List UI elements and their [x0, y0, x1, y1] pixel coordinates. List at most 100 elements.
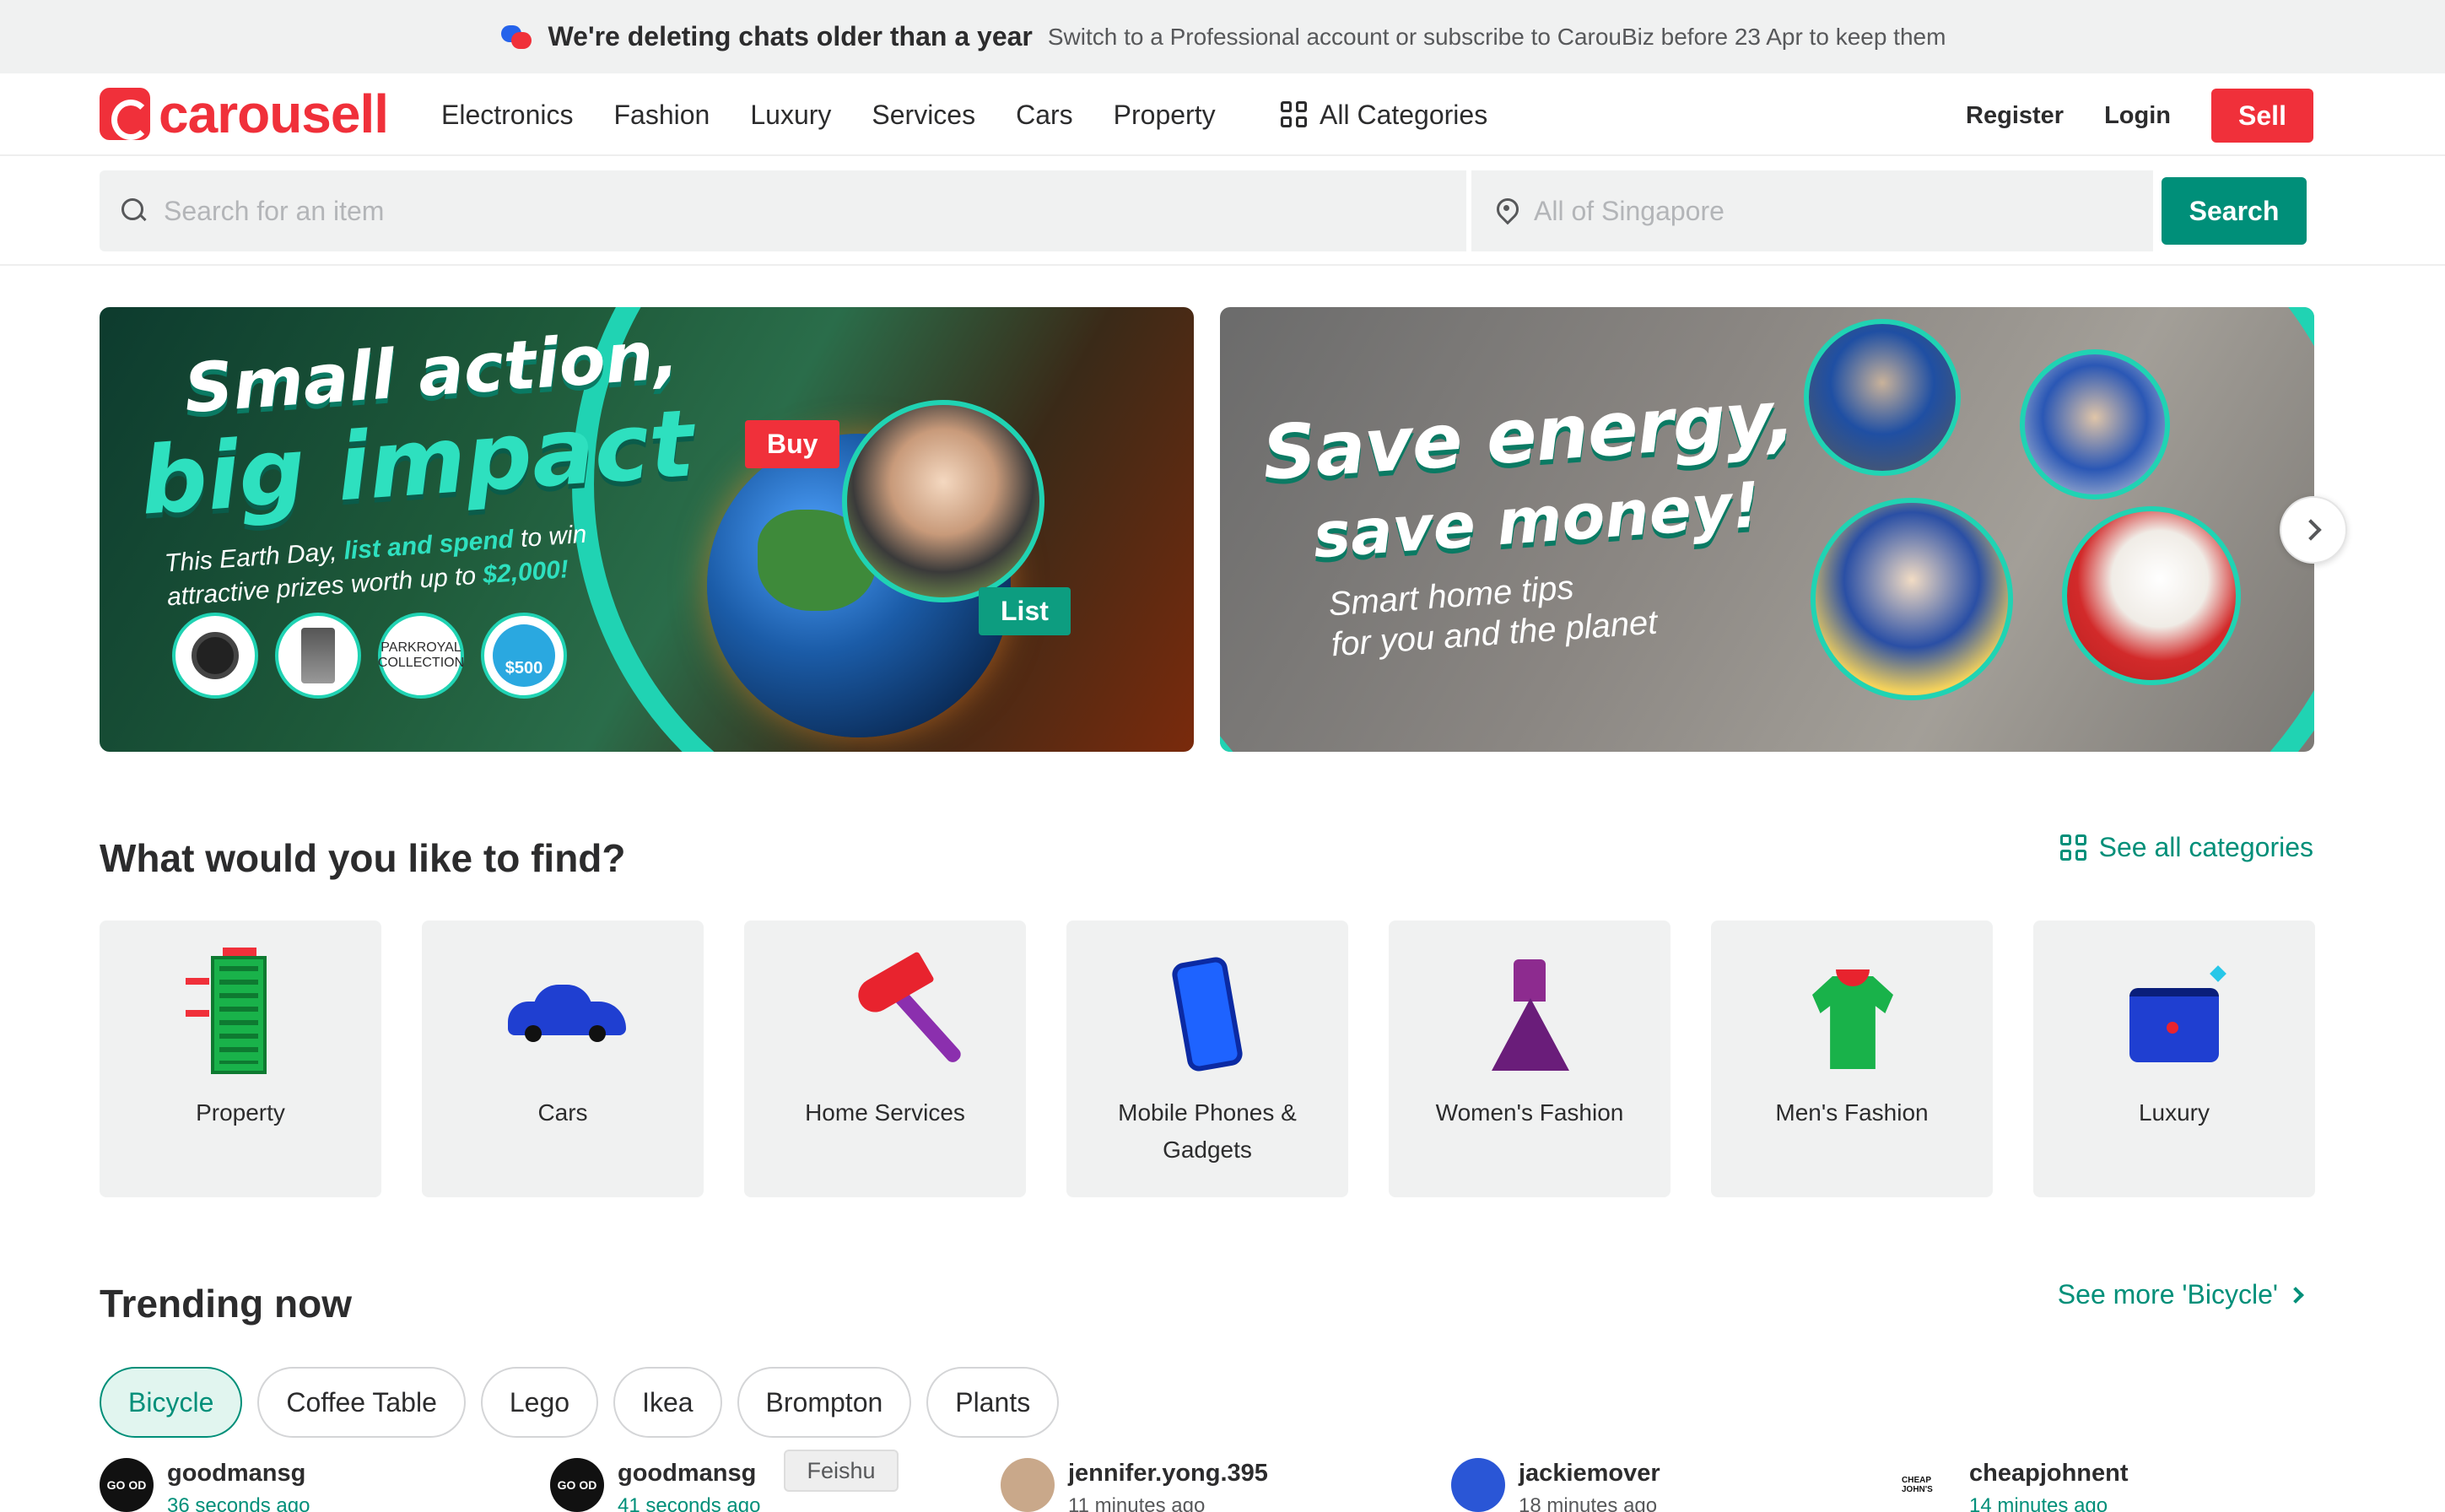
seller-name: cheapjohnent [1969, 1460, 2129, 1487]
location-input[interactable]: All of Singapore [1471, 170, 2153, 251]
location-placeholder: All of Singapore [1534, 195, 1724, 226]
seller-card[interactable]: GO OD goodmansg 41 seconds ago [550, 1458, 760, 1512]
chip-lego[interactable]: Lego [480, 1367, 599, 1438]
see-all-categories-link[interactable]: See all categories [2059, 832, 2313, 863]
logo-text: carousell [159, 84, 389, 144]
nav-property[interactable]: Property [1114, 100, 1216, 131]
see-more-label: See more 'Bicycle' [2057, 1279, 2278, 1310]
category-label: Women's Fashion [1435, 1099, 1624, 1126]
save-energy-banner[interactable]: Save energy, save money! Smart home tips… [1220, 307, 2314, 752]
chevron-right-icon [2287, 1286, 2304, 1304]
announcement-title: We're deleting chats older than a year [548, 21, 1033, 51]
all-categories-button[interactable]: All Categories [1281, 73, 1487, 156]
prize-row: PARKROYAL COLLECTION $500 [172, 613, 567, 699]
trending-title: Trending now [100, 1282, 352, 1326]
category-label: Cars [537, 1099, 588, 1126]
search-bar: Search for an item All of Singapore Sear… [0, 156, 2445, 266]
seller-time: 11 minutes ago [1068, 1494, 1206, 1512]
nav-services[interactable]: Services [872, 100, 975, 131]
sell-button[interactable]: Sell [2211, 89, 2313, 143]
category-home-services[interactable]: Home Services [744, 921, 1026, 1197]
bag-icon [2119, 951, 2229, 1077]
feishu-tooltip: Feishu [784, 1450, 899, 1492]
phone-icon [1152, 951, 1262, 1077]
nav-luxury[interactable]: Luxury [750, 100, 831, 131]
see-all-label: See all categories [2098, 832, 2313, 862]
seller-name: goodmansg [618, 1460, 757, 1487]
category-womens-fashion[interactable]: Women's Fashion [1389, 921, 1670, 1197]
location-pin-icon [1497, 198, 1517, 224]
all-categories-label: All Categories [1320, 99, 1488, 130]
aircon-technician-image [2020, 349, 2170, 500]
chip-plants[interactable]: Plants [926, 1367, 1060, 1438]
list-tag: List [979, 587, 1071, 635]
avatar: GO OD [100, 1458, 154, 1512]
coffee-machine-prize-icon [275, 613, 361, 699]
chip-bicycle[interactable]: Bicycle [100, 1367, 243, 1438]
shirt-icon [1797, 951, 1907, 1077]
parkroyal-logo: PARKROYAL COLLECTION [378, 613, 464, 699]
chip-brompton[interactable]: Brompton [737, 1367, 912, 1438]
main-nav: Electronics Fashion Luxury Services Cars… [441, 73, 1216, 156]
nav-electronics[interactable]: Electronics [441, 100, 574, 131]
carousel-next-button[interactable] [2280, 496, 2347, 564]
search-placeholder: Search for an item [164, 195, 385, 226]
seller-name: jennifer.yong.395 [1068, 1460, 1268, 1487]
chip-ikea[interactable]: Ikea [613, 1367, 722, 1438]
trending-sellers: GO OD goodmansg 36 seconds ago GO OD good… [100, 1458, 2327, 1512]
top-header: carousell Electronics Fashion Luxury Ser… [0, 73, 2445, 156]
login-link[interactable]: Login [2104, 102, 2171, 130]
search-button[interactable]: Search [2162, 177, 2307, 245]
search-icon [121, 198, 147, 224]
cleaner-image [1811, 498, 2013, 700]
seller-name: jackiemover [1519, 1460, 1660, 1487]
smartwatch-prize-icon [172, 613, 258, 699]
announcement-bar: We're deleting chats older than a year S… [0, 0, 2445, 73]
carousell-logo[interactable]: carousell [100, 84, 389, 144]
seller-card[interactable]: GO OD goodmansg 36 seconds ago [100, 1458, 310, 1512]
category-label: Luxury [2138, 1099, 2210, 1126]
category-cars[interactable]: Cars [422, 921, 704, 1197]
banner1-copy: This Earth Day, list and spend to win at… [164, 520, 588, 612]
see-more-link[interactable]: See more 'Bicycle' [2057, 1279, 2304, 1310]
woman-phone-image [842, 400, 1044, 602]
nav-cars[interactable]: Cars [1016, 100, 1073, 131]
grid-icon [2059, 834, 2087, 861]
category-label: Mobile Phones & Gadgets [1118, 1099, 1297, 1163]
chat-bubbles-icon [499, 22, 533, 52]
nav-fashion[interactable]: Fashion [614, 100, 710, 131]
hammer-icon [830, 951, 963, 1077]
category-grid: Property Cars Home Services Mobile Phone… [100, 921, 2315, 1197]
voucher-prize-icon: $500 [481, 613, 567, 699]
category-luxury[interactable]: Luxury [2033, 921, 2315, 1197]
seller-time: 41 seconds ago [618, 1494, 761, 1512]
seller-time: 36 seconds ago [167, 1494, 310, 1512]
seller-time: 18 minutes ago [1519, 1494, 1658, 1512]
dress-icon [1475, 951, 1584, 1077]
avatar: CHEAP JOHN'S [1902, 1458, 1956, 1512]
auth-actions: Register Login Sell [1966, 89, 2313, 143]
trending-chips: Bicycle Coffee Table Lego Ikea Brompton … [100, 1367, 1060, 1438]
chip-coffee-table[interactable]: Coffee Table [257, 1367, 466, 1438]
seller-card[interactable]: CHEAP JOHN'S cheapjohnent 14 minutes ago [1902, 1458, 2129, 1512]
seller-card[interactable]: jackiemover 18 minutes ago [1451, 1458, 1660, 1512]
seller-name: goodmansg [167, 1460, 306, 1487]
category-label: Men's Fashion [1775, 1099, 1929, 1126]
earth-day-banner[interactable]: Small action, big impact This Earth Day,… [100, 307, 1194, 752]
chevron-right-icon [2300, 519, 2322, 541]
avatar [1001, 1458, 1055, 1512]
seller-card[interactable]: jennifer.yong.395 11 minutes ago [1001, 1458, 1268, 1512]
car-icon [508, 951, 626, 1077]
building-icon [186, 948, 295, 1077]
category-property[interactable]: Property [100, 921, 381, 1197]
plumber-image [1804, 319, 1961, 476]
avatar: GO OD [550, 1458, 604, 1512]
category-mobile-phones[interactable]: Mobile Phones & Gadgets [1066, 921, 1348, 1197]
register-link[interactable]: Register [1966, 102, 2064, 130]
carousell-logo-icon [100, 88, 150, 140]
categories-title: What would you like to find? [100, 836, 626, 880]
search-input[interactable]: Search for an item [100, 170, 1466, 251]
category-mens-fashion[interactable]: Men's Fashion [1711, 921, 1993, 1197]
announcement-subtitle[interactable]: Switch to a Professional account or subs… [1048, 24, 1946, 51]
grid-icon [1281, 101, 1308, 128]
